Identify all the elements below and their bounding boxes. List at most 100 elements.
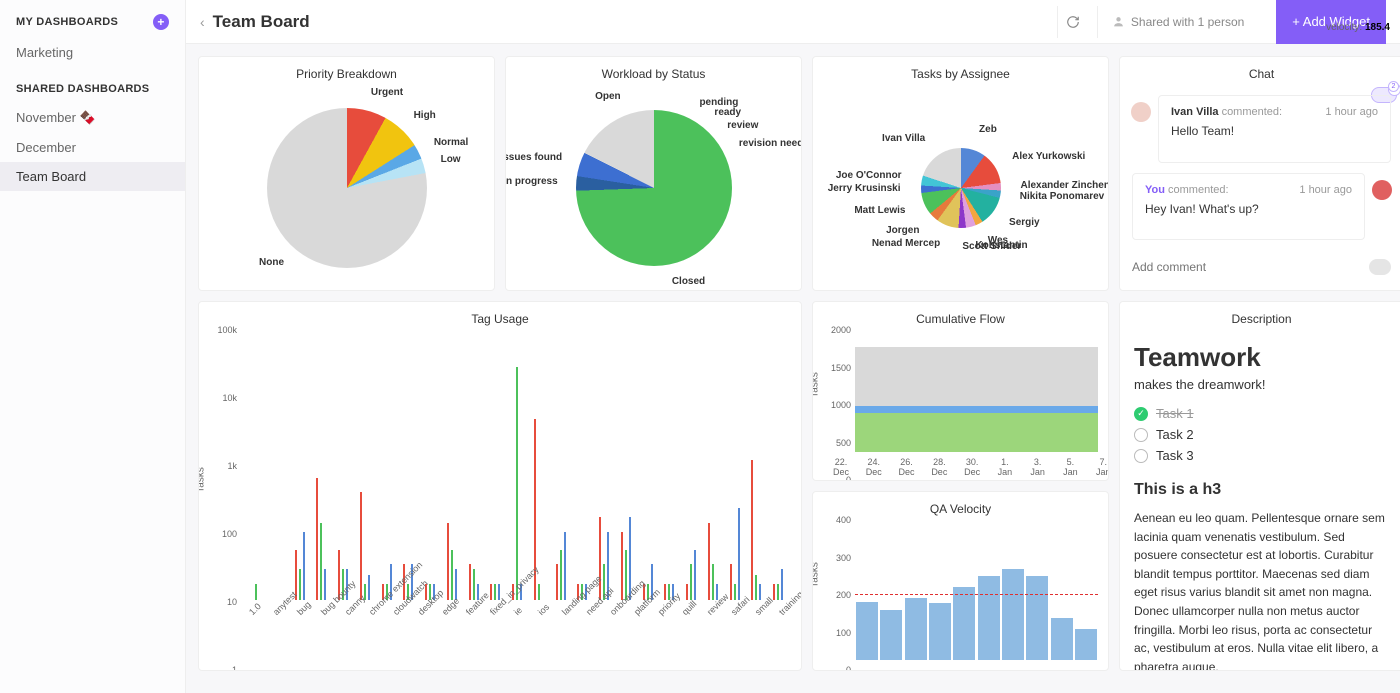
bar bbox=[564, 532, 566, 600]
bar bbox=[664, 584, 666, 600]
pie-slice-label: ready bbox=[714, 107, 741, 118]
person-icon bbox=[1112, 15, 1125, 28]
bar bbox=[451, 550, 453, 600]
sidebar-item[interactable]: November 🍫 bbox=[0, 103, 185, 133]
bar bbox=[320, 523, 322, 600]
chat-author: Ivan Villa bbox=[1171, 106, 1219, 118]
bar bbox=[734, 584, 736, 600]
y-tick: 10 bbox=[213, 597, 237, 607]
y-tick: 300 bbox=[827, 553, 851, 563]
x-tick: 3.Jan bbox=[1024, 458, 1052, 478]
y-tick: 1 bbox=[213, 665, 237, 671]
y-tick: 2000 bbox=[827, 325, 851, 335]
card-title: Chat bbox=[1120, 57, 1400, 85]
pie-slice-label: review bbox=[727, 120, 758, 131]
task-label: Task 1 bbox=[1156, 406, 1194, 421]
main: ‹ Team Board Shared with 1 person + Add … bbox=[186, 0, 1400, 693]
task-row[interactable]: ✓Task 1 bbox=[1134, 406, 1389, 421]
pie-slice-label: None bbox=[259, 257, 284, 268]
bar bbox=[1002, 569, 1024, 660]
topbar: ‹ Team Board Shared with 1 person + Add … bbox=[186, 0, 1400, 44]
x-tick: 26.Dec bbox=[893, 458, 921, 478]
y-tick: 1k bbox=[213, 461, 237, 471]
sidebar-item[interactable]: December bbox=[0, 133, 185, 162]
bar bbox=[773, 584, 775, 600]
x-tick: 24.Dec bbox=[860, 458, 888, 478]
bar bbox=[599, 517, 601, 600]
chat-message: Ivan Villa commented: 1 hour ago Hello T… bbox=[1158, 95, 1391, 163]
pie-chart bbox=[921, 148, 1001, 228]
description-body: Teamwork makes the dreamwork! ✓Task 1Tas… bbox=[1120, 330, 1400, 670]
card-title: QA Velocity bbox=[813, 492, 1108, 520]
bar bbox=[469, 564, 471, 600]
x-tick: 1.0 bbox=[247, 601, 263, 617]
x-tick: quill bbox=[680, 599, 698, 617]
sidebar-item[interactable]: Marketing bbox=[0, 38, 185, 67]
y-axis-label: Tasks bbox=[812, 562, 821, 588]
desc-para: Aenean eu leo quam. Pellentesque ornare … bbox=[1134, 509, 1389, 670]
y-tick: 100k bbox=[213, 325, 237, 335]
back-icon[interactable]: ‹ bbox=[200, 14, 205, 30]
app-root: MY DASHBOARDS + Marketing SHARED DASHBOA… bbox=[0, 0, 1400, 693]
x-tick: 22.Dec bbox=[827, 458, 855, 478]
sidebar-my-header: MY DASHBOARDS + bbox=[0, 14, 185, 38]
card-title: Tasks by Assignee bbox=[813, 57, 1108, 85]
task-row[interactable]: Task 3 bbox=[1134, 448, 1389, 463]
bar bbox=[303, 532, 305, 600]
chat-message: You commented: 1 hour ago Hey Ivan! What… bbox=[1132, 173, 1365, 241]
bar bbox=[751, 460, 753, 600]
shared-info[interactable]: Shared with 1 person bbox=[1097, 6, 1258, 38]
x-tick: ie bbox=[512, 605, 524, 617]
pie-slice-label: Low bbox=[441, 154, 461, 165]
cf-plot-body: Tasks 050010001500200022.Dec24.Dec26.Dec… bbox=[813, 330, 1108, 480]
task-label: Task 2 bbox=[1156, 427, 1194, 442]
qa-plot-body: Tasks 0100200300400 bbox=[813, 520, 1108, 670]
chat-text: Hey Ivan! What's up? bbox=[1145, 202, 1352, 216]
pie-slice-label: Scott Snider bbox=[962, 241, 1021, 252]
circle-icon bbox=[1134, 449, 1148, 463]
task-label: Task 3 bbox=[1156, 448, 1194, 463]
task-row[interactable]: Task 2 bbox=[1134, 427, 1389, 442]
bar bbox=[299, 569, 301, 600]
tag-usage-plot: Tasks 1101001k10k100k1.0anytestbugbug bo… bbox=[199, 330, 801, 670]
y-tick: 100 bbox=[827, 628, 851, 638]
bar bbox=[1026, 576, 1048, 661]
pie-slice-label: Closed bbox=[672, 276, 705, 287]
sidebar-item[interactable]: Team Board bbox=[0, 162, 185, 191]
bar bbox=[324, 569, 326, 600]
y-axis-label: Tasks bbox=[812, 372, 821, 398]
bar bbox=[538, 584, 540, 600]
content-grid: Priority Breakdown UrgentHighNormalLowNo… bbox=[186, 44, 1400, 693]
shared-label: Shared with 1 person bbox=[1131, 15, 1244, 29]
pie-chart bbox=[267, 108, 427, 268]
bar bbox=[712, 564, 714, 600]
bar bbox=[953, 587, 975, 660]
bar bbox=[1075, 629, 1097, 660]
pie-priority: UrgentHighNormalLowNone bbox=[199, 85, 494, 290]
pie-assignee: ZebAlex YurkowskiAlexander ZinchenkoNiki… bbox=[813, 85, 1108, 290]
x-tick: 30.Dec bbox=[958, 458, 986, 478]
bar bbox=[368, 575, 370, 600]
comment-icon[interactable] bbox=[1369, 259, 1391, 275]
bar bbox=[759, 584, 761, 600]
refresh-icon[interactable] bbox=[1057, 6, 1089, 38]
y-axis-label: Tasks bbox=[198, 467, 207, 493]
card-workload-status: Workload by Status Closedin progressissu… bbox=[505, 56, 802, 291]
pie-slice-label: Ivan Villa bbox=[882, 133, 925, 144]
pie-slice-label: Normal bbox=[434, 137, 468, 148]
bar bbox=[516, 367, 518, 600]
card-description: Description Teamwork makes the dreamwork… bbox=[1119, 301, 1400, 671]
y-tick: 10k bbox=[213, 393, 237, 403]
x-tick: 28.Dec bbox=[925, 458, 953, 478]
y-tick: 400 bbox=[827, 515, 851, 525]
sidebar-my-label: MY DASHBOARDS bbox=[16, 16, 118, 28]
avatar bbox=[1372, 180, 1392, 200]
chat-input[interactable] bbox=[1132, 254, 1361, 280]
add-dashboard-button[interactable]: + bbox=[153, 14, 169, 30]
y-tick: 1000 bbox=[827, 400, 851, 410]
chat-time: 1 hour ago bbox=[1325, 106, 1378, 118]
bar bbox=[490, 584, 492, 600]
bar bbox=[730, 564, 732, 600]
pie-slice-label: Matt Lewis bbox=[854, 205, 905, 216]
x-tick: ios bbox=[536, 602, 551, 617]
